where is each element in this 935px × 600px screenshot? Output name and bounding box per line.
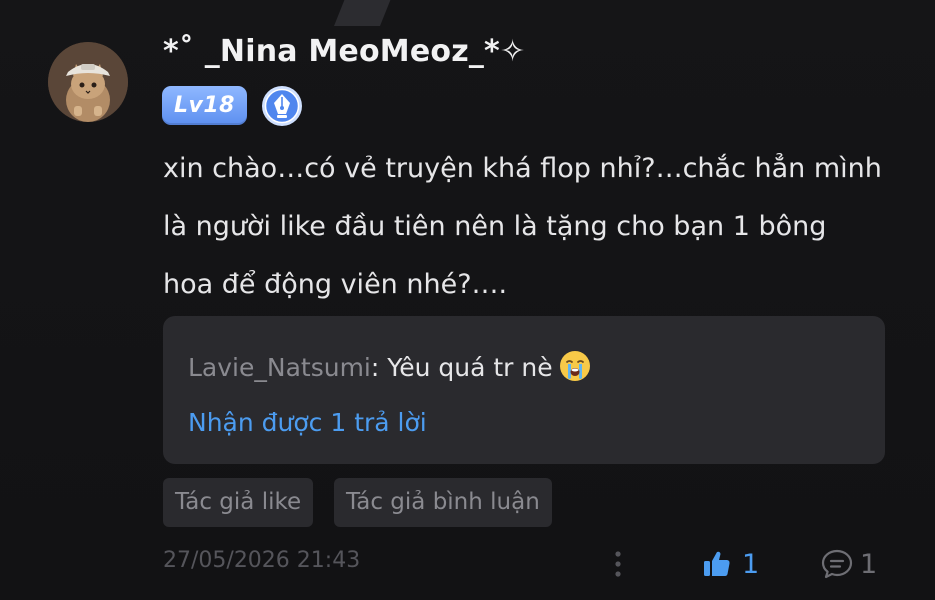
cat-avatar-image	[48, 42, 128, 122]
crying-face-icon	[559, 350, 591, 382]
comment-item: *˚ _Nina MeoMeoz_*✧ Lv18 xin chào…có vẻ …	[0, 0, 935, 600]
pen-nib-icon	[261, 85, 303, 127]
reply-separator: :	[370, 353, 388, 382]
more-vertical-icon[interactable]	[608, 548, 628, 580]
level-label: Lv18	[174, 93, 235, 118]
reply-author[interactable]: Lavie_Natsumi	[188, 353, 371, 382]
timestamp: 27/05/2026 21:43	[163, 548, 361, 573]
author-comment-tag: Tác giả bình luận	[334, 478, 552, 527]
level-badge: Lv18	[162, 86, 247, 125]
username[interactable]: *˚ _Nina MeoMeoz_*✧	[163, 34, 525, 69]
like-count: 1	[742, 548, 760, 580]
thumbs-up-icon	[704, 551, 730, 576]
comment-bubble-icon	[821, 549, 853, 579]
comment-text: xin chào…có vẻ truyện khá flop nhỉ?…chắc…	[163, 153, 882, 300]
like-button[interactable]: 1	[702, 545, 759, 583]
reply-line: Lavie_Natsumi: Yêu quá tr nè	[188, 350, 591, 382]
avatar[interactable]	[48, 42, 128, 122]
decorative-shape	[334, 0, 391, 26]
author-like-tag: Tác giả like	[163, 478, 314, 527]
view-replies-link[interactable]: Nhận được 1 trả lời	[188, 408, 427, 437]
reply-button[interactable]: 1	[820, 545, 877, 583]
reply-preview[interactable]: Lavie_Natsumi: Yêu quá tr nè Nhận được 1…	[163, 316, 885, 464]
reply-content: Yêu quá tr nè	[387, 353, 553, 382]
comment-count: 1	[860, 548, 878, 580]
